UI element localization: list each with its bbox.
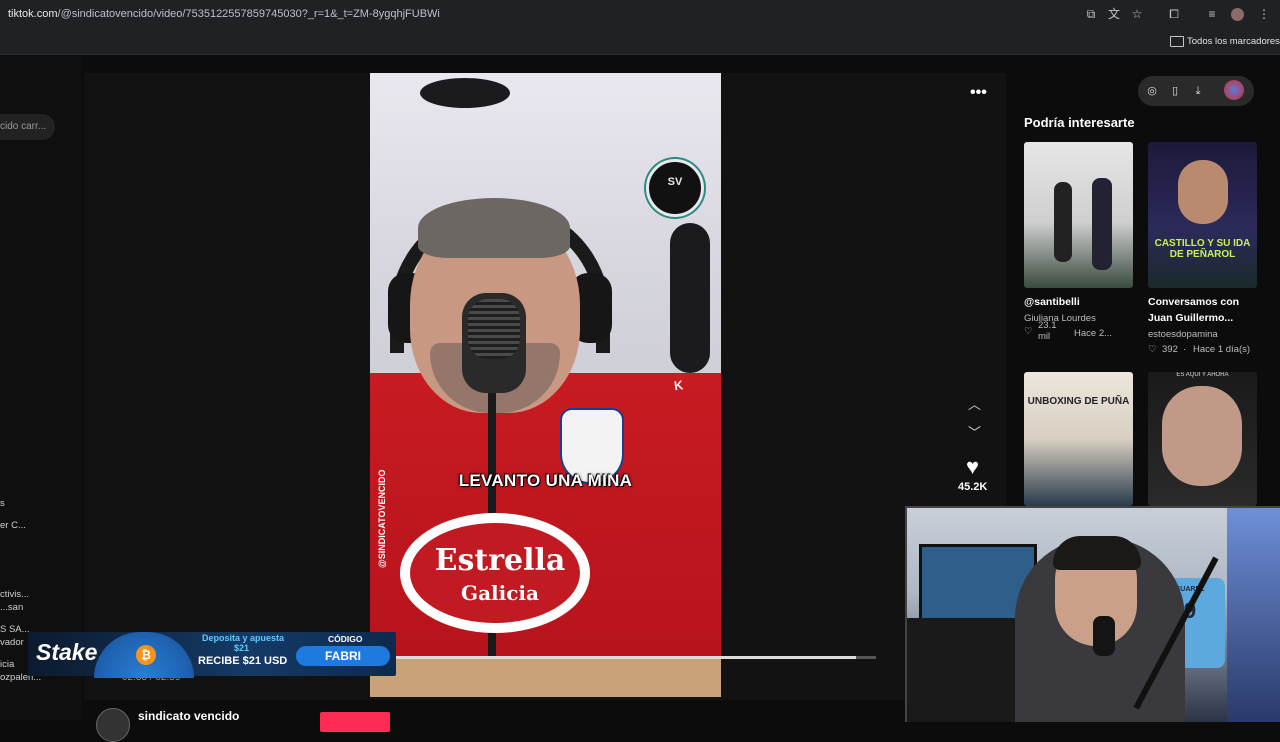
more-icon[interactable]: ••• [970,84,987,102]
rec-thumbnail[interactable]: CASTILLO Y SU IDA DE PEÑAROL [1148,142,1257,288]
ad-line-2: RECIBE $21 USD [198,655,288,667]
channel-badge-text: SV [667,176,683,188]
rec-author[interactable]: estoesdopamina [1148,329,1218,340]
webcam-shelf [907,618,1032,722]
folder-icon [1170,36,1184,47]
rec-age: Hace 2... [1074,328,1113,339]
account-avatar[interactable] [96,708,130,742]
sponsor-text-1: Estrella [434,543,566,578]
person-face [1162,386,1242,486]
flag-pattern [670,223,710,373]
thumb-text: CASTILLO Y SU IDA DE PEÑAROL [1154,238,1251,260]
sidebar-item[interactable]: ctivis... [0,589,29,600]
sidebar-item[interactable]: vador [0,637,24,648]
like-count: 45.2K [958,481,988,493]
rec-title[interactable]: @santibelli [1024,296,1080,308]
desk [370,659,721,697]
rec-thumbnail[interactable]: UNBOXING DE PUÑA [1024,372,1133,506]
rec-separator: · [1183,344,1187,355]
cast-icon[interactable]: ⧉ [1084,7,1098,21]
rec-likes: 392 [1162,344,1178,355]
download-icon[interactable]: ⤓ [1191,84,1205,98]
bitcoin-icon: ₿ [136,645,156,665]
recommend-title: Podría interesarte [1024,115,1135,130]
channel-badge [646,159,704,217]
ad-line-1b: $21 [234,643,250,653]
follow-button[interactable] [320,712,390,732]
rec-thumbnail[interactable]: ES AQUÍ Y AHORA [1148,372,1257,506]
sponsor-text-2: Galicia [461,581,539,605]
star-icon[interactable]: ☆ [1130,7,1144,21]
kebab-icon[interactable]: ⋮ [1257,7,1271,21]
video-caption: LEVANTO UNA MINA [458,471,633,490]
microphone-grill [468,299,520,359]
heart-icon: ♡ [1024,326,1033,337]
person-figure [1054,182,1072,262]
person-hair [418,198,570,258]
bookmarks-bar [0,30,1280,55]
webcam-overlay: SUAREZ 9 [905,506,1280,722]
rec-thumbnail[interactable] [1024,142,1133,288]
sidebar-item[interactable]: S SA... [0,624,30,635]
rec-title[interactable]: Conversamos con [1148,296,1239,308]
all-bookmarks[interactable]: Todos los marcadores [1187,36,1280,47]
person-figure [1092,178,1112,270]
person-face [1178,160,1228,224]
ad-line-1: Deposita y apuesta [202,633,285,643]
translate-icon[interactable]: 文 [1107,7,1121,21]
webcam-lights [1227,508,1280,722]
phone-icon[interactable]: ▯ [1168,84,1182,98]
search-text: cido carr... [0,121,47,132]
menu-icon[interactable]: ≡ [1205,7,1219,21]
video-frame[interactable]: ᴷ Estrella Galicia SV @SINDICATOVENCIDO … [370,73,721,697]
ad-code: FABRI [296,646,390,666]
ad-brand: Stake [36,639,98,665]
thumb-text: ES AQUÍ Y AHORA [1176,372,1229,378]
rec-likes: 23.1 mil [1038,320,1057,342]
thumb-text: UNBOXING DE PUÑA [1027,396,1130,407]
rec-age: Hace 1 día(s) [1193,344,1251,355]
sidebar-item[interactable]: s [0,498,5,509]
left-sidebar [0,56,82,720]
streamer-hair [1053,536,1141,570]
avatar[interactable] [1224,80,1244,100]
sidebar-item[interactable]: icia [0,659,14,670]
arrow-down-icon[interactable]: ﹀ [968,422,981,441]
arrow-up-icon[interactable]: ︿ [968,394,981,413]
address-bar[interactable]: tiktok.com/@sindicatovencido/video/75351… [8,8,440,20]
rec-title-2[interactable]: Juan Guillermo... [1148,312,1233,324]
sidebar-item[interactable]: ...san [0,602,23,613]
extensions-icon[interactable]: ⧠ [1167,7,1181,21]
sidebar-item[interactable]: er C... [0,520,26,531]
heart-icon: ♡ [1148,344,1157,355]
compass-icon[interactable]: ◎ [1145,84,1159,98]
profile-icon[interactable] [1231,8,1244,21]
flag-pattern [420,78,510,108]
ad-code-label: CÓDIGO [328,634,363,644]
heart-icon[interactable]: ♥ [966,454,979,480]
url-path: /@sindicatovencido/video/753512255785974… [57,8,440,20]
url-host: tiktok.com [8,8,58,20]
account-name[interactable]: sindicato vencido [138,709,239,723]
streamer-mic [1093,616,1115,656]
